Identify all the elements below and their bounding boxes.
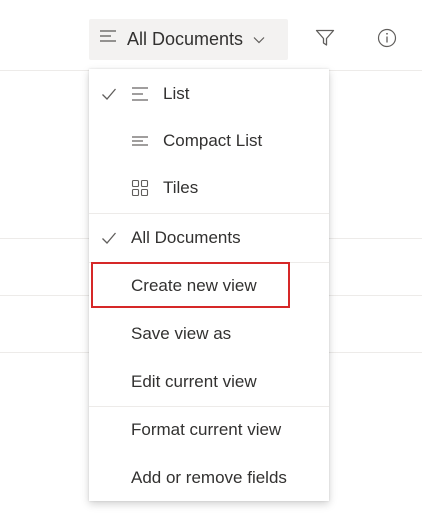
checkmark-icon bbox=[101, 86, 117, 102]
view-switcher-label: All Documents bbox=[127, 29, 244, 49]
menu-item-label: Add or remove fields bbox=[131, 468, 287, 487]
view-switcher-button[interactable]: All Documents bbox=[89, 19, 288, 60]
menu-item-list[interactable]: List bbox=[89, 73, 329, 115]
menu-divider bbox=[89, 262, 329, 263]
command-bar: All Documents bbox=[0, 0, 422, 75]
tiles-icon bbox=[131, 179, 149, 197]
menu-item-tiles[interactable]: Tiles bbox=[89, 167, 329, 209]
menu-item-create-new-view[interactable]: Create new view bbox=[89, 265, 329, 307]
list-lines-icon bbox=[131, 85, 149, 103]
list-lines-icon bbox=[99, 29, 117, 50]
filter-icon bbox=[315, 29, 335, 52]
menu-item-label: Tiles bbox=[163, 178, 199, 197]
menu-item-label: All Documents bbox=[131, 228, 241, 247]
menu-divider bbox=[89, 213, 329, 214]
menu-item-label: Format current view bbox=[131, 420, 282, 439]
checkmark-icon bbox=[101, 230, 117, 246]
filter-button[interactable] bbox=[309, 24, 341, 56]
menu-divider bbox=[89, 406, 329, 407]
menu-item-all-documents[interactable]: All Documents bbox=[89, 217, 329, 259]
menu-item-label: List bbox=[163, 84, 190, 103]
menu-item-label: Edit current view bbox=[131, 372, 257, 391]
compact-list-icon bbox=[131, 132, 149, 150]
menu-item-compact-list[interactable]: Compact List bbox=[89, 120, 329, 162]
menu-item-label: Create new view bbox=[131, 276, 257, 295]
info-button[interactable] bbox=[371, 24, 403, 56]
info-icon bbox=[377, 28, 397, 53]
menu-item-save-view-as[interactable]: Save view as bbox=[89, 313, 329, 355]
menu-item-format-current-view[interactable]: Format current view bbox=[89, 409, 329, 451]
menu-item-add-or-remove-fields[interactable]: Add or remove fields bbox=[89, 457, 329, 499]
view-options-menu: List Compact List Tiles All Documents Cr… bbox=[89, 69, 329, 501]
menu-item-edit-current-view[interactable]: Edit current view bbox=[89, 361, 329, 403]
chevron-down-icon bbox=[253, 31, 265, 49]
menu-item-label: Save view as bbox=[131, 324, 232, 343]
menu-item-label: Compact List bbox=[163, 131, 263, 150]
